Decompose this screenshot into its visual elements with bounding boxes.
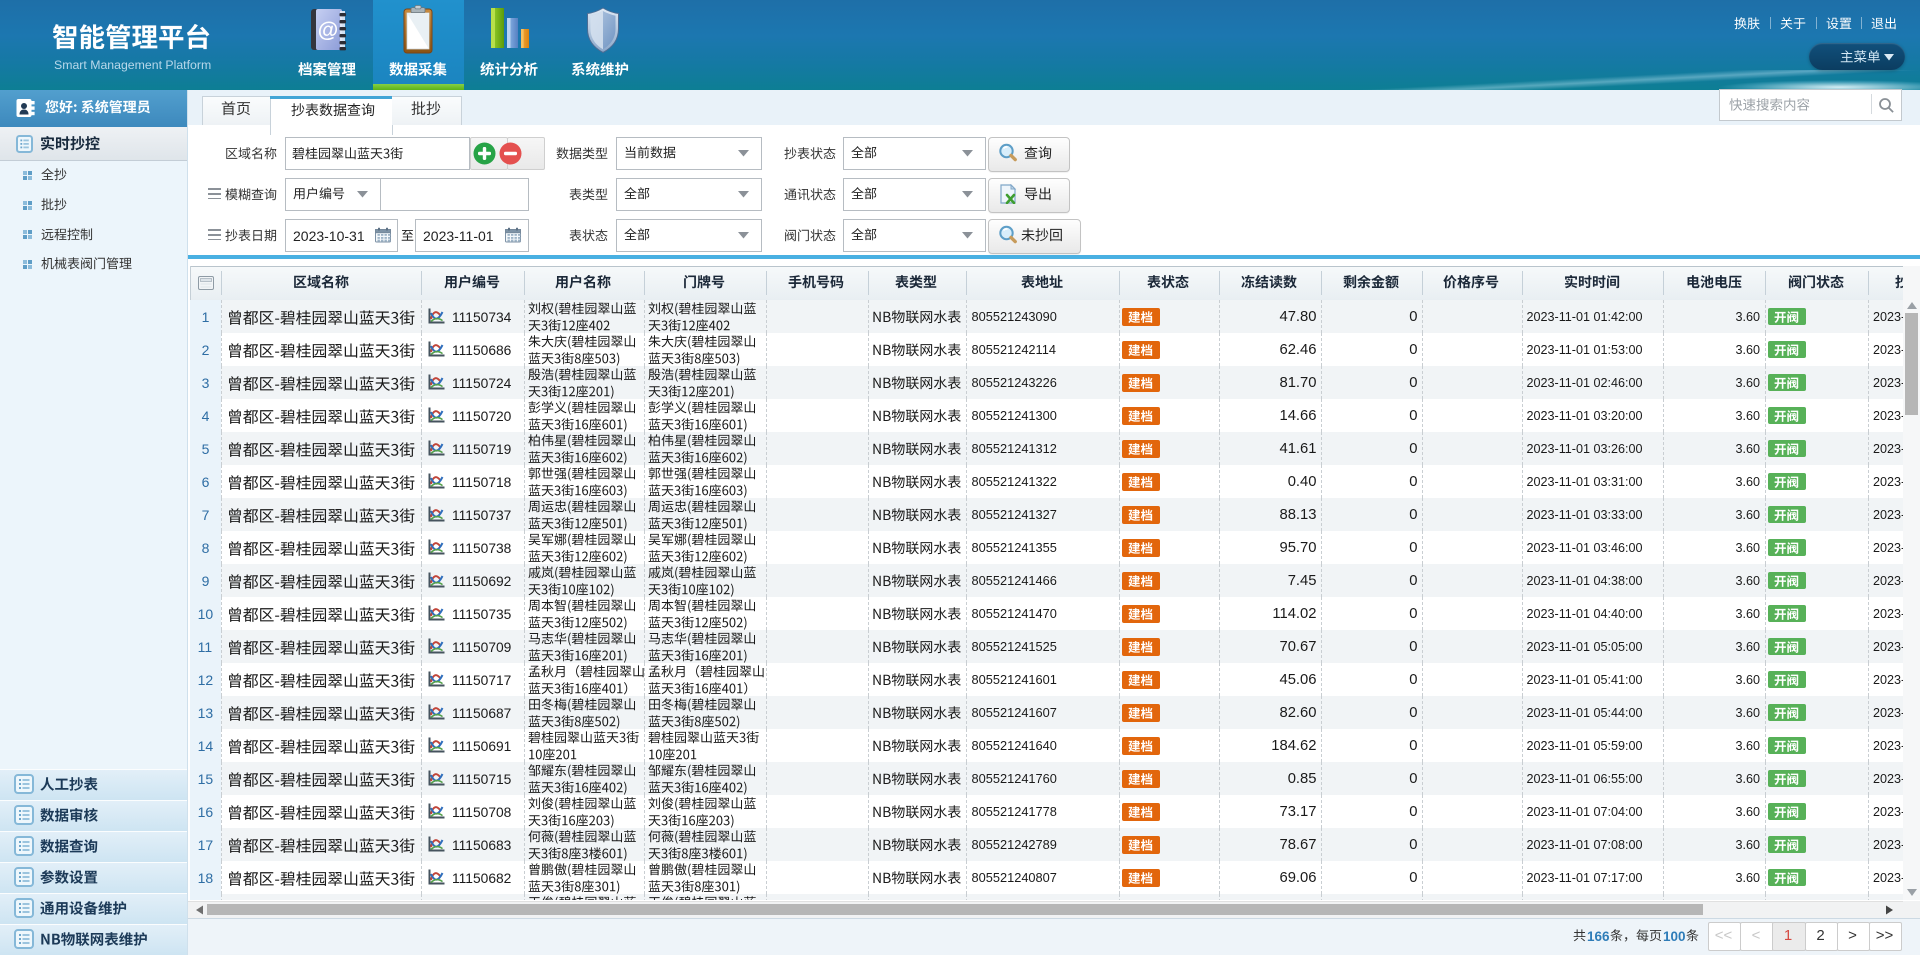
svg-text:@: @ (318, 19, 338, 42)
